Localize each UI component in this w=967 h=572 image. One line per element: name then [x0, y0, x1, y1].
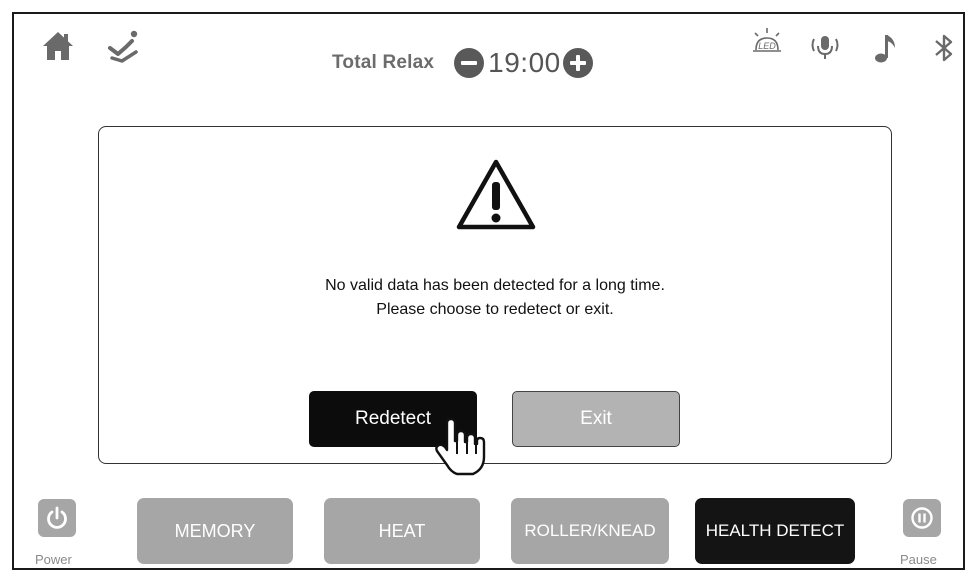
recline-icon[interactable]	[106, 28, 142, 64]
pause-label: Pause	[900, 552, 937, 567]
message-line-2: Please choose to redetect or exit.	[376, 301, 614, 318]
hand-cursor-icon	[435, 417, 486, 476]
power-button[interactable]	[38, 499, 76, 537]
pause-button[interactable]	[903, 499, 941, 537]
bluetooth-icon[interactable]	[931, 30, 957, 66]
message-line-1: No valid data has been detected for a lo…	[325, 277, 665, 294]
memory-button[interactable]: MEMORY	[137, 498, 293, 564]
power-label: Power	[35, 552, 72, 567]
increase-time-button[interactable]	[562, 48, 593, 78]
led-icon-text: LED	[758, 41, 776, 51]
dialog-message: No valid data has been detected for a lo…	[99, 274, 891, 322]
pause-icon	[911, 507, 933, 529]
home-icon[interactable]	[40, 28, 76, 64]
detection-warning-dialog: No valid data has been detected for a lo…	[98, 126, 892, 476]
warning-icon	[456, 159, 536, 230]
mode-label: Total Relax	[332, 52, 435, 73]
voice-icon[interactable]	[807, 30, 843, 66]
led-icon[interactable]: LED	[749, 26, 785, 62]
roller-knead-button[interactable]: ROLLER/KNEAD	[511, 498, 669, 564]
exit-button[interactable]: Exit	[512, 391, 680, 447]
health-detect-button[interactable]: HEALTH DETECT	[695, 498, 855, 564]
timer-display: 19:00	[488, 47, 561, 78]
timer-group: Total Relax 19:00	[332, 43, 593, 83]
music-note-icon[interactable]	[871, 30, 901, 66]
status-bar: Total Relax 19:00 LED	[14, 14, 963, 84]
app-screen: Total Relax 19:00 LED No valid data has …	[12, 12, 965, 570]
power-icon	[47, 506, 67, 529]
bottom-control-bar: Power MEMORY HEAT ROLLER/KNEAD HEALTH DE…	[14, 494, 963, 568]
decrease-time-button[interactable]	[454, 48, 485, 78]
heat-button[interactable]: HEAT	[324, 498, 480, 564]
